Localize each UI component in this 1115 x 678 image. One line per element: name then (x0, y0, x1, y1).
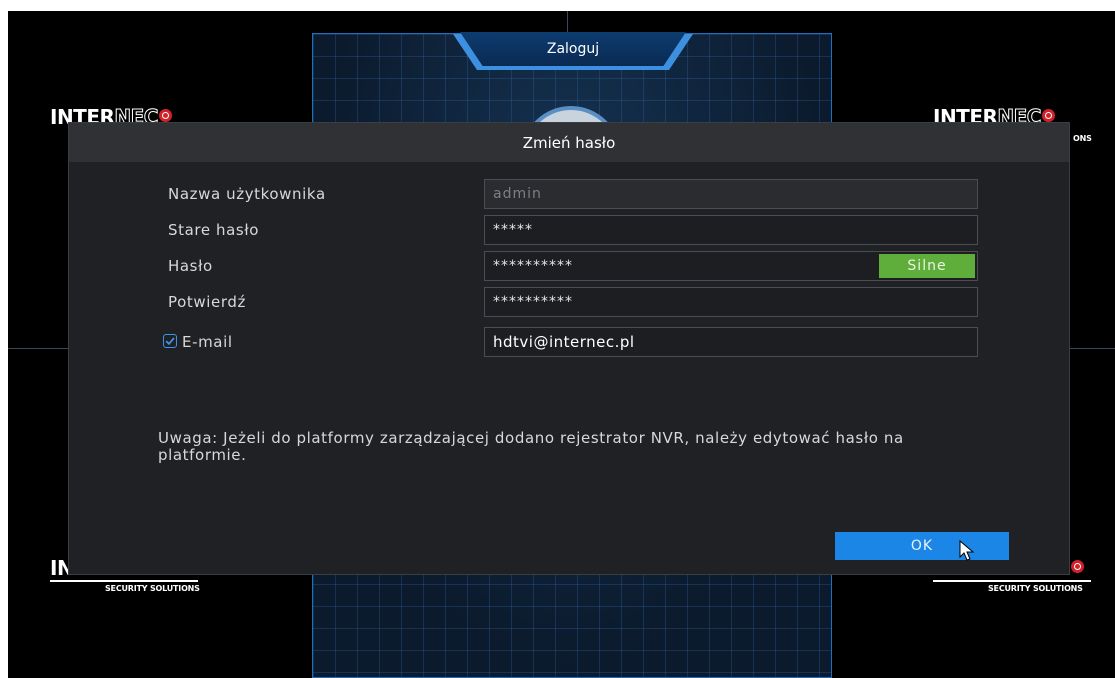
logo-text-solid: INTER (50, 558, 68, 578)
username-field: admin (484, 179, 978, 209)
password-value: ********** (493, 258, 573, 274)
confirm-password-label: Potwierdź (168, 293, 246, 311)
logo-emblem-icon (1041, 109, 1055, 122)
ok-button[interactable]: OK (835, 532, 1009, 560)
quadrant-divider-horizontal-left (8, 348, 68, 349)
email-label: E-mail (182, 333, 233, 351)
mouse-pointer-icon (959, 540, 975, 561)
confirm-password-field[interactable]: ********** (484, 287, 978, 317)
password-strength-badge: Silne (879, 254, 975, 278)
old-password-label: Stare hasło (168, 221, 259, 239)
old-password-field[interactable]: ***** (484, 215, 978, 245)
username-label: Nazwa użytkownika (168, 185, 326, 203)
warning-note: Uwaga: Jeżeli do platformy zarządzającej… (158, 429, 904, 464)
email-field[interactable]: hdtvi@internec.pl (484, 327, 978, 357)
logo-tagline: SECURITY SOLUTIONS (105, 584, 200, 593)
password-label: Hasło (168, 257, 213, 275)
logo-emblem-icon (158, 109, 172, 122)
password-field[interactable]: ********** Silne (484, 251, 978, 281)
logo-tagline: ONS (1073, 134, 1092, 143)
login-tab-title: Zaloguj (460, 32, 686, 66)
checkbox-checked-icon (165, 337, 175, 346)
brand-logo-tagline-top-right: ONS (1073, 132, 1092, 143)
dialog-title: Zmień hasło (69, 123, 1069, 162)
logo-emblem-icon (1071, 560, 1084, 573)
quadrant-divider-vertical (567, 11, 568, 33)
change-password-dialog: Zmień hasło Nazwa użytkownika admin Star… (68, 122, 1070, 575)
email-checkbox[interactable] (163, 334, 177, 348)
quadrant-divider-horizontal-right (1070, 348, 1115, 349)
logo-tagline: SECURITY SOLUTIONS (988, 584, 1083, 593)
